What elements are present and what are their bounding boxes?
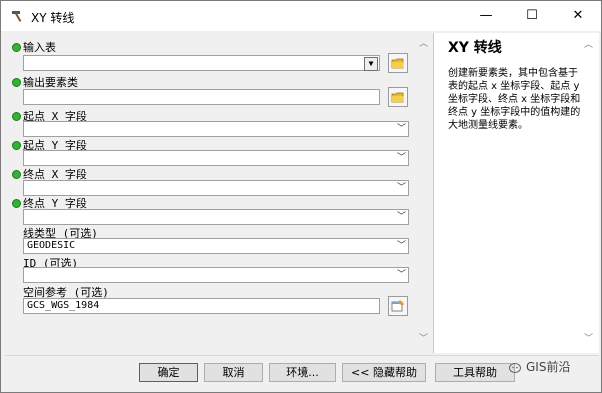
required-indicator-icon <box>12 199 21 208</box>
minimize-button[interactable]: — <box>463 1 509 31</box>
folder-icon <box>391 58 404 69</box>
required-indicator-icon <box>12 112 21 121</box>
chevron-down-icon[interactable]: ﹀ <box>397 268 406 282</box>
end-x-combo[interactable]: ﹀ <box>23 180 409 196</box>
end-y-combo[interactable]: ﹀ <box>23 209 409 225</box>
hammer-icon <box>12 11 22 22</box>
start-y-combo[interactable]: ﹀ <box>23 150 409 166</box>
divider <box>5 355 599 356</box>
start-x-combo[interactable]: ﹀ <box>23 121 409 137</box>
browse-output-button[interactable] <box>388 87 408 107</box>
dialog-window: XY 转线 — ☐ ✕ 输入表 ▼ 输出要素类 起点 X 字段 ﹀ 起点 Y 字… <box>0 0 602 393</box>
input-table-label: 输入表 <box>23 41 56 54</box>
wechat-icon <box>509 363 521 373</box>
id-combo[interactable]: ﹀ <box>23 267 409 283</box>
scroll-up-icon[interactable]: ︿ <box>419 36 428 49</box>
required-indicator-icon <box>12 170 21 179</box>
hide-help-button[interactable]: << 隐藏帮助 <box>342 363 426 382</box>
folder-icon <box>391 92 404 103</box>
input-table-combo[interactable]: ▼ <box>23 55 380 71</box>
scroll-down-icon[interactable]: ﹀ <box>419 331 428 344</box>
spatial-ref-input[interactable]: GCS_WGS_1984 <box>23 298 380 314</box>
maximize-button[interactable]: ☐ <box>509 1 555 31</box>
chevron-down-icon[interactable]: ﹀ <box>397 239 406 253</box>
help-scroll-down-icon[interactable]: ﹀ <box>584 331 593 344</box>
required-indicator-icon <box>12 141 21 150</box>
parameters-scrollbar[interactable]: ︿ ﹀ <box>416 33 430 353</box>
help-panel: XY 转线 创建新要素类，其中包含基于表的起点 x 坐标字段、起点 y 坐标字段… <box>433 33 599 353</box>
tool-help-button[interactable]: 工具帮助 <box>435 363 515 382</box>
help-title: XY 转线 <box>448 40 502 56</box>
environments-button[interactable]: 环境... <box>269 363 336 382</box>
spatial-ref-properties-button[interactable] <box>388 296 408 316</box>
line-type-combo[interactable]: GEODESIC ﹀ <box>23 238 409 254</box>
close-button[interactable]: ✕ <box>555 1 601 31</box>
help-scroll-up-icon[interactable]: ︿ <box>584 37 593 50</box>
chevron-down-icon[interactable]: ﹀ <box>397 181 406 195</box>
chevron-down-icon[interactable]: ﹀ <box>397 210 406 224</box>
chevron-down-icon[interactable]: ﹀ <box>397 151 406 165</box>
spatial-ref-value: GCS_WGS_1984 <box>27 300 100 311</box>
ok-button[interactable]: 确定 <box>139 363 198 382</box>
line-type-value: GEODESIC <box>27 240 76 251</box>
dropdown-arrow-icon[interactable]: ▼ <box>364 57 378 71</box>
browse-input-button[interactable] <box>388 53 408 73</box>
parameters-panel: 输入表 ▼ 输出要素类 起点 X 字段 ﹀ 起点 Y 字段 ﹀ 终点 X 字段 … <box>5 33 430 353</box>
watermark-text: GIS前沿 <box>526 360 571 374</box>
title-bar: XY 转线 — ☐ ✕ <box>1 1 601 31</box>
chevron-down-icon[interactable]: ﹀ <box>397 122 406 136</box>
window-title: XY 转线 <box>31 11 75 25</box>
output-features-label: 输出要素类 <box>23 76 78 89</box>
required-indicator-icon <box>12 78 21 87</box>
cancel-button[interactable]: 取消 <box>204 363 263 382</box>
help-description: 创建新要素类，其中包含基于表的起点 x 坐标字段、起点 y 坐标字段、终点 x … <box>448 68 581 131</box>
required-indicator-icon <box>12 43 21 52</box>
output-features-input[interactable] <box>23 89 380 105</box>
properties-icon <box>391 300 404 312</box>
